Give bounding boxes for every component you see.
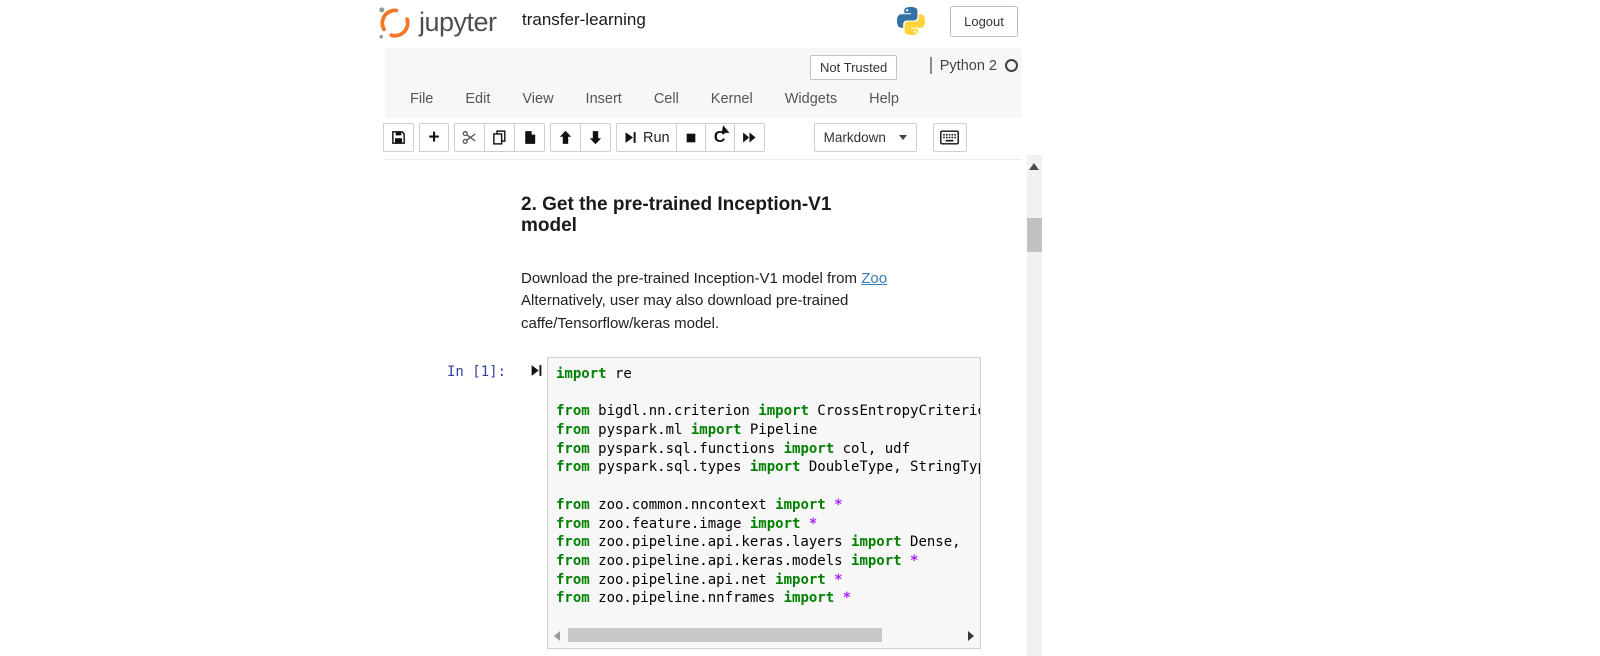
toolbar: + [385,118,1022,160]
zoo-link[interactable]: Zoo [861,270,887,287]
scroll-left-arrow-icon[interactable] [554,631,560,641]
kernel-name: Python 2 [940,58,997,74]
horizontal-scrollbar[interactable] [549,626,979,645]
vertical-scrollbar[interactable] [1027,155,1042,656]
cell-type-select[interactable]: Markdown [814,123,917,152]
copy-button[interactable] [484,123,515,152]
kernel-idle-icon [1005,59,1018,72]
add-cell-button[interactable]: + [419,123,449,152]
horizontal-scrollbar-thumb[interactable] [568,628,882,642]
kernel-indicator: Python 2 [930,57,1018,74]
logo-text: jupyter [419,7,497,38]
code-line: from pyspark.sql.types import DoubleType… [556,458,980,477]
menu-item-edit[interactable]: Edit [449,85,506,113]
code-line: import re [556,365,980,384]
code-line: from zoo.common.nncontext import * [556,496,980,515]
restart-kernel-button[interactable]: C [705,123,735,152]
code-line [556,477,980,496]
app-header: jupyter transfer-learning Logout [375,0,1022,46]
keyboard-icon [940,130,959,145]
run-button[interactable]: Run [616,123,677,152]
arrow-down-icon [587,129,604,146]
save-icon [390,129,407,146]
move-up-button[interactable] [550,123,581,152]
save-button[interactable] [383,123,414,152]
code-line [556,384,980,403]
heading-line-2: model [521,215,901,236]
code-line: from zoo.pipeline.api.keras.models impor… [556,552,980,571]
para-text-1: Download the pre-trained Inception-V1 mo… [521,270,861,287]
menubar: FileEditViewInsertCellKernelWidgetsHelp [394,85,915,113]
scroll-right-arrow-icon[interactable] [968,631,974,641]
code-line: from zoo.pipeline.api.keras.layers impor… [556,533,980,552]
fast-forward-icon [741,129,758,146]
run-label: Run [643,130,670,146]
menu-item-file[interactable]: File [394,85,449,113]
run-marker-icon [530,363,543,378]
refresh-icon: C [714,130,726,146]
cut-button[interactable] [454,123,485,152]
plus-icon: + [428,128,439,147]
stop-icon [683,130,699,146]
restart-run-all-button[interactable] [734,123,765,152]
menu-item-view[interactable]: View [506,85,569,113]
paste-button[interactable] [514,123,545,152]
move-down-button[interactable] [580,123,611,152]
code-line: from zoo.pipeline.api.net import * [556,571,980,590]
menu-item-kernel[interactable]: Kernel [695,85,769,113]
step-forward-icon [623,130,638,145]
caret-down-icon [899,135,907,140]
code-line: from zoo.feature.image import * [556,515,980,534]
command-palette-button[interactable] [933,123,967,152]
markdown-paragraph: Download the pre-trained Inception-V1 mo… [521,268,931,335]
heading-line-1: 2. Get the pre-trained Inception-V1 [521,194,901,215]
scroll-up-arrow-icon[interactable] [1029,163,1039,170]
stop-button[interactable] [676,123,706,152]
para-text-2: Alternatively, user may also download pr… [521,292,848,309]
code-editor[interactable]: import re from bigdl.nn.criterion import… [556,365,980,608]
para-text-3: caffe/Tensorflow/keras model. [521,315,719,332]
cell-type-value: Markdown [824,130,886,145]
kernel-separator [930,57,932,74]
logout-button[interactable]: Logout [950,6,1018,37]
python-icon [895,4,927,38]
menu-item-widgets[interactable]: Widgets [769,85,853,113]
code-line: from pyspark.sql.functions import col, u… [556,440,980,459]
trusted-badge[interactable]: Not Trusted [810,55,897,80]
menu-item-insert[interactable]: Insert [570,85,638,113]
code-line: from pyspark.ml import Pipeline [556,421,980,440]
cell-prompt: In [1]: [447,364,506,380]
arrow-up-icon [557,129,574,146]
jupyter-notebook-page: jupyter transfer-learning Logout Not Tru… [0,0,1600,656]
jupyter-logo[interactable]: jupyter [377,3,497,41]
code-line: from zoo.pipeline.nnframes import * [556,589,980,608]
menu-item-help[interactable]: Help [853,85,915,113]
menu-item-cell[interactable]: Cell [638,85,695,113]
jupyter-logo-icon [377,3,413,41]
notebook-title[interactable]: transfer-learning [522,10,646,30]
code-cell[interactable]: import re from bigdl.nn.criterion import… [547,357,981,649]
menubar-block: Not Trusted Python 2 FileEditViewInsertC… [385,48,1022,118]
copy-icon [491,129,508,146]
scissors-icon [461,129,478,146]
markdown-heading: 2. Get the pre-trained Inception-V1 mode… [521,194,901,236]
vertical-scrollbar-thumb[interactable] [1027,218,1042,252]
code-line: from bigdl.nn.criterion import CrossEntr… [556,402,980,421]
paste-icon [521,129,538,146]
